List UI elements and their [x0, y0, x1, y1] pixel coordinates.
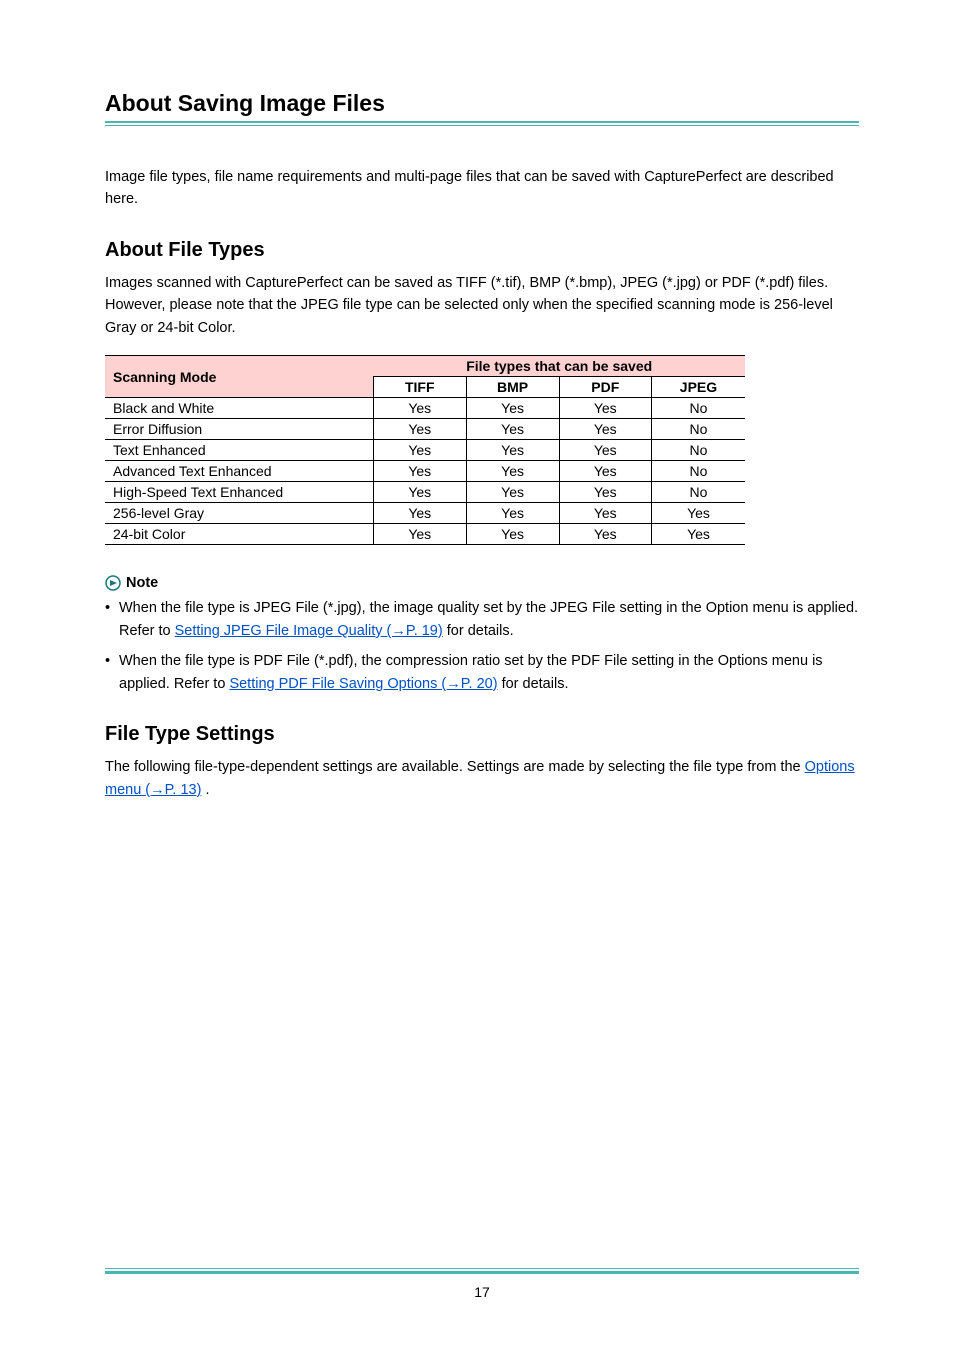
- table-cell: Error Diffusion: [105, 419, 373, 440]
- page-number: 17: [105, 1284, 859, 1300]
- title-divider-thin: [105, 125, 859, 126]
- note-label: Note: [126, 575, 158, 591]
- table-row: 256-level Gray Yes Yes Yes Yes: [105, 503, 745, 524]
- table-cell: No: [651, 419, 745, 440]
- table-cell: Yes: [466, 440, 559, 461]
- table-cell: 256-level Gray: [105, 503, 373, 524]
- table-cell: Yes: [373, 419, 466, 440]
- table-cell: No: [651, 398, 745, 419]
- table-col-pdf: PDF: [559, 377, 651, 398]
- note-icon: [105, 575, 121, 591]
- section2-text: The following file-type-dependent settin…: [105, 759, 805, 775]
- table-col-bmp: BMP: [466, 377, 559, 398]
- table-cell: Yes: [466, 524, 559, 545]
- table-row: Advanced Text Enhanced Yes Yes Yes No: [105, 461, 745, 482]
- table-row: Text Enhanced Yes Yes Yes No: [105, 440, 745, 461]
- table-cell: Yes: [373, 524, 466, 545]
- table-cell: Yes: [559, 419, 651, 440]
- table-cell: Yes: [466, 398, 559, 419]
- table-cell: Yes: [466, 419, 559, 440]
- table-cell: Yes: [373, 440, 466, 461]
- note-text: for details.: [498, 676, 569, 692]
- table-header-file-types: File types that can be saved: [373, 356, 745, 377]
- table-header-scanning-mode: Scanning Mode: [105, 356, 373, 398]
- table-cell: Yes: [559, 482, 651, 503]
- section2-text: .: [201, 782, 209, 798]
- footer-divider-thin: [105, 1268, 859, 1269]
- table-cell: Yes: [559, 398, 651, 419]
- section-heading-about-file-types: About File Types: [105, 239, 859, 262]
- link-jpeg-quality[interactable]: Setting JPEG File Image Quality (→P. 19): [175, 623, 443, 639]
- table-col-jpeg: JPEG: [651, 377, 745, 398]
- table-row: High-Speed Text Enhanced Yes Yes Yes No: [105, 482, 745, 503]
- table-cell: Advanced Text Enhanced: [105, 461, 373, 482]
- table-cell: Yes: [373, 482, 466, 503]
- note-text: for details.: [443, 623, 514, 639]
- table-row: 24-bit Color Yes Yes Yes Yes: [105, 524, 745, 545]
- table-cell: Yes: [559, 440, 651, 461]
- table-cell: No: [651, 482, 745, 503]
- section1-body: Images scanned with CapturePerfect can b…: [105, 272, 859, 339]
- table-cell: Yes: [466, 461, 559, 482]
- footer-divider-thick: [105, 1271, 859, 1274]
- table-cell: Yes: [466, 503, 559, 524]
- table-cell: Yes: [559, 461, 651, 482]
- note-item: When the file type is PDF File (*.pdf), …: [105, 650, 859, 695]
- table-cell: Black and White: [105, 398, 373, 419]
- table-cell: Yes: [373, 461, 466, 482]
- file-types-table: Scanning Mode File types that can be sav…: [105, 355, 745, 545]
- table-cell: Yes: [466, 482, 559, 503]
- table-cell: No: [651, 440, 745, 461]
- table-cell: Yes: [559, 503, 651, 524]
- table-cell: 24-bit Color: [105, 524, 373, 545]
- table-cell: Yes: [373, 503, 466, 524]
- table-cell: High-Speed Text Enhanced: [105, 482, 373, 503]
- table-cell: Yes: [651, 524, 745, 545]
- page-title: About Saving Image Files: [105, 90, 859, 117]
- note-item: When the file type is JPEG File (*.jpg),…: [105, 597, 859, 642]
- table-cell: No: [651, 461, 745, 482]
- section-heading-file-type-settings: File Type Settings: [105, 723, 859, 746]
- section2-body: The following file-type-dependent settin…: [105, 756, 859, 801]
- table-row: Black and White Yes Yes Yes No: [105, 398, 745, 419]
- title-divider-thick: [105, 121, 859, 123]
- table-row: Error Diffusion Yes Yes Yes No: [105, 419, 745, 440]
- table-cell: Text Enhanced: [105, 440, 373, 461]
- intro-paragraph: Image file types, file name requirements…: [105, 166, 859, 211]
- table-cell: Yes: [651, 503, 745, 524]
- link-pdf-options[interactable]: Setting PDF File Saving Options (→P. 20): [229, 676, 497, 692]
- table-cell: Yes: [373, 398, 466, 419]
- table-cell: Yes: [559, 524, 651, 545]
- table-col-tiff: TIFF: [373, 377, 466, 398]
